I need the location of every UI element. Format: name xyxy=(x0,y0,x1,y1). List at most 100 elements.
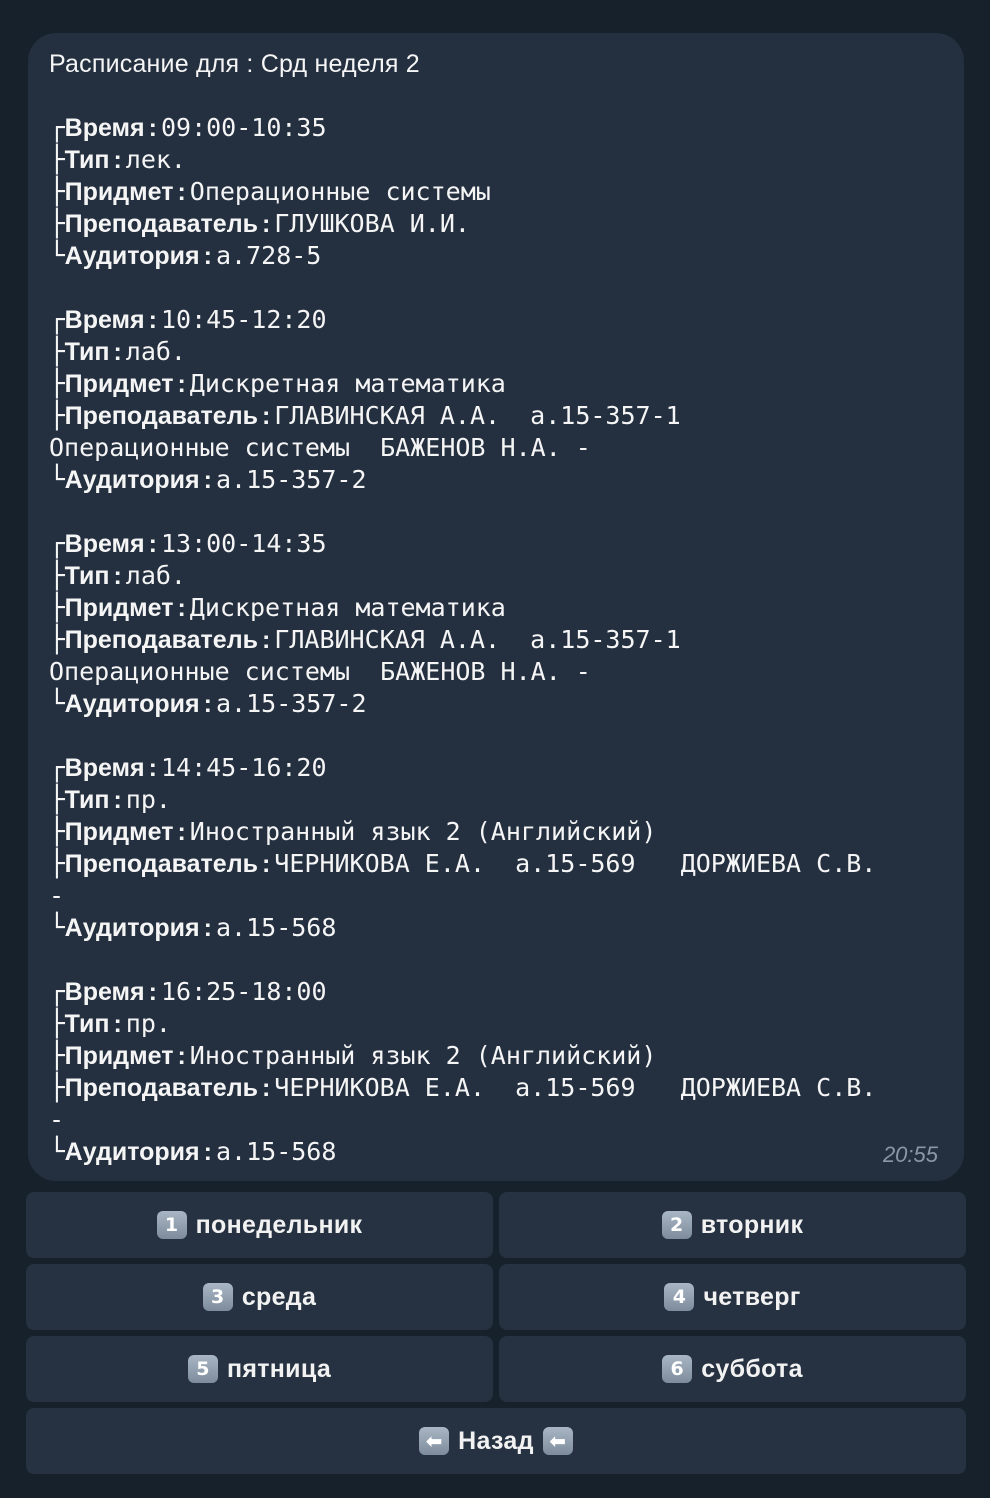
field-value: Иностранный язык 2 (Английский) xyxy=(189,1041,657,1070)
keycap-number-icon: 1 xyxy=(156,1211,187,1239)
field-value: Дискретная математика xyxy=(189,593,506,622)
day-button[interactable]: 2 вторник xyxy=(499,1192,966,1258)
field-value: пр. xyxy=(125,1009,171,1038)
day-button[interactable]: 4 четверг xyxy=(499,1264,966,1330)
field-value: Иностранный язык 2 (Английский) xyxy=(189,817,657,846)
keycap-number-icon: 4 xyxy=(664,1283,695,1311)
field-label: Преподаватель xyxy=(64,850,258,878)
tree-glyph: └ xyxy=(49,465,65,495)
field-separator: : xyxy=(177,1042,186,1070)
lesson-block: ┌Время:16:25-18:00 ├Тип: пр. ├Придмет: Иност… xyxy=(49,976,959,1168)
day-button[interactable]: 3 среда xyxy=(26,1264,493,1330)
field-separator: : xyxy=(203,466,212,494)
field-separator: : xyxy=(148,306,157,334)
day-button-label: пятница xyxy=(226,1354,332,1383)
keyboard-row: 1 понедельник 2 вторник xyxy=(26,1192,966,1258)
tree-glyph: └ xyxy=(49,1137,65,1167)
field-label: Тип xyxy=(64,562,110,590)
field-value: а.15-568 xyxy=(215,913,337,942)
field-value: 09:00-10:35 xyxy=(160,113,327,142)
lesson-type-row: ├Тип: лаб. xyxy=(49,560,959,592)
tree-glyph: ├ xyxy=(49,593,65,623)
back-button-label: Назад xyxy=(458,1426,534,1455)
field-separator: : xyxy=(177,178,186,206)
field-separator: : xyxy=(148,754,157,782)
field-separator: : xyxy=(148,978,157,1006)
back-button[interactable]: ⬅ Назад ⬅ xyxy=(26,1408,966,1474)
field-value: 16:25-18:00 xyxy=(160,977,327,1006)
lesson-block: ┌Время:14:45-16:20 ├Тип: пр. ├Придмет: Иност… xyxy=(49,752,959,944)
tree-glyph: ├ xyxy=(49,817,65,847)
field-label: Время xyxy=(64,114,145,142)
field-separator: : xyxy=(177,370,186,398)
field-label: Придмет xyxy=(64,178,174,206)
tree-glyph: ├ xyxy=(49,785,65,815)
tree-glyph: ┌ xyxy=(49,977,65,1007)
field-label: Аудитория xyxy=(64,242,200,270)
tree-glyph: ├ xyxy=(49,1009,65,1039)
tree-glyph: ┌ xyxy=(49,113,65,143)
field-value: 13:00-14:35 xyxy=(160,529,327,558)
lesson-teacher-row: ├Преподаватель: ГЛАВИНСКАЯ А.А. а.15-357-… xyxy=(49,400,959,432)
lessons-list: ┌Время:09:00-10:35 ├Тип: лек. ├Придмет: Опер… xyxy=(49,80,959,1168)
teacher-continuation: Операционные системы БАЖЕНОВ Н.А. - xyxy=(49,657,591,686)
lesson-subject-row: ├Придмет: Дискретная математика xyxy=(49,592,959,624)
day-button[interactable]: 6 суббота xyxy=(499,1336,966,1402)
lesson-teacher-row: ├Преподаватель: ГЛАВИНСКАЯ А.А. а.15-357-… xyxy=(49,624,959,656)
day-button[interactable]: 1 понедельник xyxy=(26,1192,493,1258)
field-value: Операционные системы xyxy=(189,177,491,206)
field-separator: : xyxy=(113,562,122,590)
field-value: ГЛУШКОВА И.И. xyxy=(274,209,470,238)
message-body: Расписание для : Срд неделя 2 ┌Время:09:… xyxy=(49,48,959,1168)
lesson-time-row: ┌Время:14:45-16:20 xyxy=(49,752,959,784)
lesson-block: ┌Время:13:00-14:35 ├Тип: лаб. ├Придмет: Диск… xyxy=(49,528,959,720)
lesson-teacher-row: ├Преподаватель: ГЛУШКОВА И.И. xyxy=(49,208,959,240)
lesson-room-row: └Аудитория: а.15-357-2 xyxy=(49,464,959,496)
lesson-spacer xyxy=(49,272,959,304)
field-value: 10:45-12:20 xyxy=(160,305,327,334)
field-separator: : xyxy=(261,402,271,430)
field-label: Аудитория xyxy=(64,466,200,494)
field-separator: : xyxy=(203,1138,212,1166)
tree-glyph: ├ xyxy=(49,561,65,591)
lesson-room-row: └Аудитория: а.728-5 xyxy=(49,240,959,272)
field-label: Время xyxy=(64,754,145,782)
field-label: Придмет xyxy=(64,594,174,622)
field-label: Тип xyxy=(64,146,110,174)
lesson-type-row: ├Тип: пр. xyxy=(49,784,959,816)
field-label: Время xyxy=(64,306,145,334)
field-separator: : xyxy=(203,914,212,942)
field-label: Тип xyxy=(64,1010,110,1038)
day-button[interactable]: 5 пятница xyxy=(26,1336,493,1402)
lesson-subject-row: ├Придмет: Иностранный язык 2 (Английский) xyxy=(49,1040,959,1072)
tree-glyph: ┌ xyxy=(49,305,65,335)
lesson-spacer xyxy=(49,944,959,976)
keycap-number-icon: 5 xyxy=(187,1355,218,1383)
field-separator: : xyxy=(177,818,186,846)
lesson-time-row: ┌Время:10:45-12:20 xyxy=(49,304,959,336)
field-label: Преподаватель xyxy=(64,210,258,238)
day-button-label: четверг xyxy=(703,1282,801,1311)
lesson-block: ┌Время:09:00-10:35 ├Тип: лек. ├Придмет: Опер… xyxy=(49,112,959,272)
keycap-number-icon: 2 xyxy=(661,1211,692,1239)
field-label: Преподаватель xyxy=(64,626,258,654)
field-value: лаб. xyxy=(125,561,186,590)
field-label: Время xyxy=(64,530,145,558)
day-button-label: понедельник xyxy=(195,1210,363,1239)
lesson-time-row: ┌Время:16:25-18:00 xyxy=(49,976,959,1008)
keyboard-row: 3 среда 4 четверг xyxy=(26,1264,966,1330)
field-separator: : xyxy=(148,530,157,558)
tree-glyph: ├ xyxy=(49,369,65,399)
lesson-spacer xyxy=(49,720,959,752)
tree-glyph: ┌ xyxy=(49,529,65,559)
keycap-number-icon: 6 xyxy=(662,1355,693,1383)
field-label: Придмет xyxy=(64,818,174,846)
field-label: Аудитория xyxy=(64,1138,200,1166)
teacher-continuation: - xyxy=(49,881,65,910)
field-separator: : xyxy=(148,114,157,142)
lesson-subject-row: ├Придмет: Операционные системы xyxy=(49,176,959,208)
field-label: Тип xyxy=(64,786,110,814)
left-arrow-icon: ⬅ xyxy=(542,1427,573,1455)
tree-glyph: ├ xyxy=(49,401,65,431)
field-value: а.15-568 xyxy=(215,1137,337,1166)
